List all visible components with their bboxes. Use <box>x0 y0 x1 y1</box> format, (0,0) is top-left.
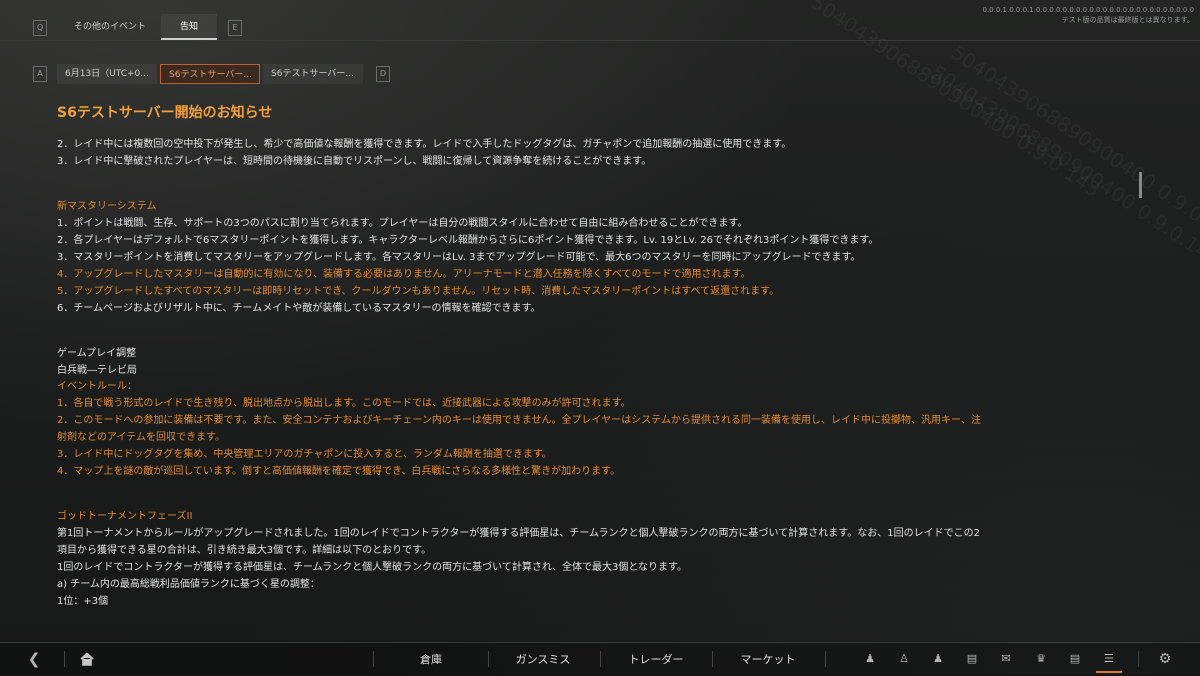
announcement-tab-1[interactable]: 6月13日（UTC+0... <box>57 64 157 84</box>
nav-traders[interactable]: トレーダー <box>611 651 701 667</box>
key-hint-a: A <box>33 66 47 82</box>
nav-warehouse[interactable]: 倉庫 <box>386 651 476 667</box>
build-version-text: 0.0.0.1.0.0.0.1.0.0.0.0.0.0.0.0.0.0.0.0.… <box>982 6 1195 14</box>
body-line: 2．各プレイヤーはデフォルトで6マスタリーポイントを獲得します。キャラクターレベ… <box>57 235 879 246</box>
test-notice-text: テスト版の品質は最終版とは異なります。 <box>1061 16 1194 24</box>
friends-icon[interactable]: ♟ <box>931 652 945 666</box>
divider <box>488 651 489 667</box>
body-line: 3．レイド中にドッグタグを集め、中央管理エリアのガチャポンに投入すると、ランダム… <box>57 449 552 460</box>
body-line: 2．このモードへの参加に装備は不要です。また、安全コンテナおよびキーチェーン内の… <box>57 415 981 426</box>
home-icon[interactable] <box>80 652 94 666</box>
back-arrow-icon[interactable]: ❮ <box>27 652 41 667</box>
key-hint-left: Q <box>33 20 47 36</box>
body-line: 1．各自で戦う形式のレイドで生き残り、脱出地点から脱出します。このモードでは、近… <box>57 398 631 409</box>
trophy-icon[interactable]: ♛ <box>1034 652 1048 666</box>
body-line: 射剤などのアイテムを回収できます。 <box>57 432 225 443</box>
nav-market[interactable]: マーケット <box>723 651 813 667</box>
body-line: 第1回トーナメントからルールがアップグレードされました。1回のレイドでコントラク… <box>57 528 980 539</box>
bottom-nav-bar: ❮ 倉庫 ガンスミス トレーダー マーケット ♟ ♙ ♟ ▤ ✉ ♛ ▤ ☰ ⚙ <box>0 642 1200 676</box>
body-line: 1位：+3個 <box>57 596 109 607</box>
tab-announcements[interactable]: 告知 <box>161 14 217 40</box>
body-line: イベントルール： <box>57 381 137 392</box>
body-line: 2．レイド中には複数回の空中投下が発生し、希少で高価値な報酬を獲得できます。レイ… <box>57 139 792 150</box>
tasks-icon[interactable]: ☰ <box>1102 652 1116 666</box>
divider <box>712 651 713 667</box>
active-indicator <box>1096 671 1122 673</box>
document-icon[interactable]: ▤ <box>1068 652 1082 666</box>
body-line: 1．ポイントは戦闘、生存、サポートの3つのパスに割り当てられます。プレイヤーは自… <box>57 218 748 229</box>
tab-other-events[interactable]: その他のイベント <box>60 14 160 40</box>
body-line: 5．アップグレードしたすべてのマスタリーは即時リセットでき、クールダウンもありま… <box>57 286 780 297</box>
key-hint-right: E <box>228 20 242 36</box>
nav-gunsmith[interactable]: ガンスミス <box>498 651 588 667</box>
divider <box>64 651 65 667</box>
body-line: ゲームプレイ調整 <box>57 348 137 359</box>
body-line: 1回のレイドでコントラクターが獲得する評価星は、チームランクと個人撃破ランクの両… <box>57 562 688 573</box>
announcement-tab-2[interactable]: S6テストサーバー... <box>160 64 260 84</box>
build-info: 0.0.0.1.0.0.0.1.0.0.0.0.0.0.0.0.0.0.0.0.… <box>983 5 1195 25</box>
scrollbar-thumb[interactable] <box>1139 172 1142 198</box>
divider <box>825 651 826 667</box>
divider <box>373 651 374 667</box>
announcement-content: S6テストサーバー開始のお知らせ 2．レイド中には複数回の空中投下が発生し、希少… <box>57 96 1137 632</box>
character-icon[interactable]: ♟ <box>863 652 877 666</box>
announcement-tab-3[interactable]: S6テストサーバー... <box>263 64 363 84</box>
settings-icon[interactable]: ⚙ <box>1158 652 1172 666</box>
mail-icon[interactable]: ✉ <box>999 652 1013 666</box>
body-line: 3．レイド中に撃破されたプレイヤーは、短時間の待機後に自動でリスポーンし、戦闘に… <box>57 156 652 167</box>
body-line: 3．マスタリーポイントを消費してマスタリーをアップグレードします。各マスタリーは… <box>57 252 861 263</box>
announcement-title: S6テストサーバー開始のお知らせ <box>57 105 273 121</box>
chat-icon[interactable]: ▤ <box>965 652 979 666</box>
body-line: 白兵戦―テレビ局 <box>57 365 137 376</box>
divider <box>600 651 601 667</box>
body-line: 4．マップ上を謎の敵が巡回しています。倒すと高価値報酬を確定で獲得でき、白兵戦に… <box>57 466 621 477</box>
squad-icon[interactable]: ♙ <box>897 652 911 666</box>
body-line: 4．アップグレードしたマスタリーは自動的に有効になり、装備する必要はありません。… <box>57 269 751 280</box>
body-line: 6．チームページおよびリザルト中に、チームメイトや敵が装備しているマスタリーの情… <box>57 303 541 314</box>
body-line: ゴッドトーナメントフェーズII <box>57 511 193 522</box>
body-line: a) チーム内の最高総戦利品価値ランクに基づく星の調整： <box>57 579 320 590</box>
body-line: 項目から獲得できる星の合計は、引き続き最大3個です。詳細は以下のとおりです。 <box>57 545 432 556</box>
divider <box>1138 651 1139 667</box>
top-tab-bar: Q その他のイベント 告知 E 0.0.0.1.0.0.0.1.0.0.0.0.… <box>0 0 1200 41</box>
key-hint-d: D <box>376 66 390 82</box>
body-line: 新マスタリーシステム <box>57 201 157 212</box>
